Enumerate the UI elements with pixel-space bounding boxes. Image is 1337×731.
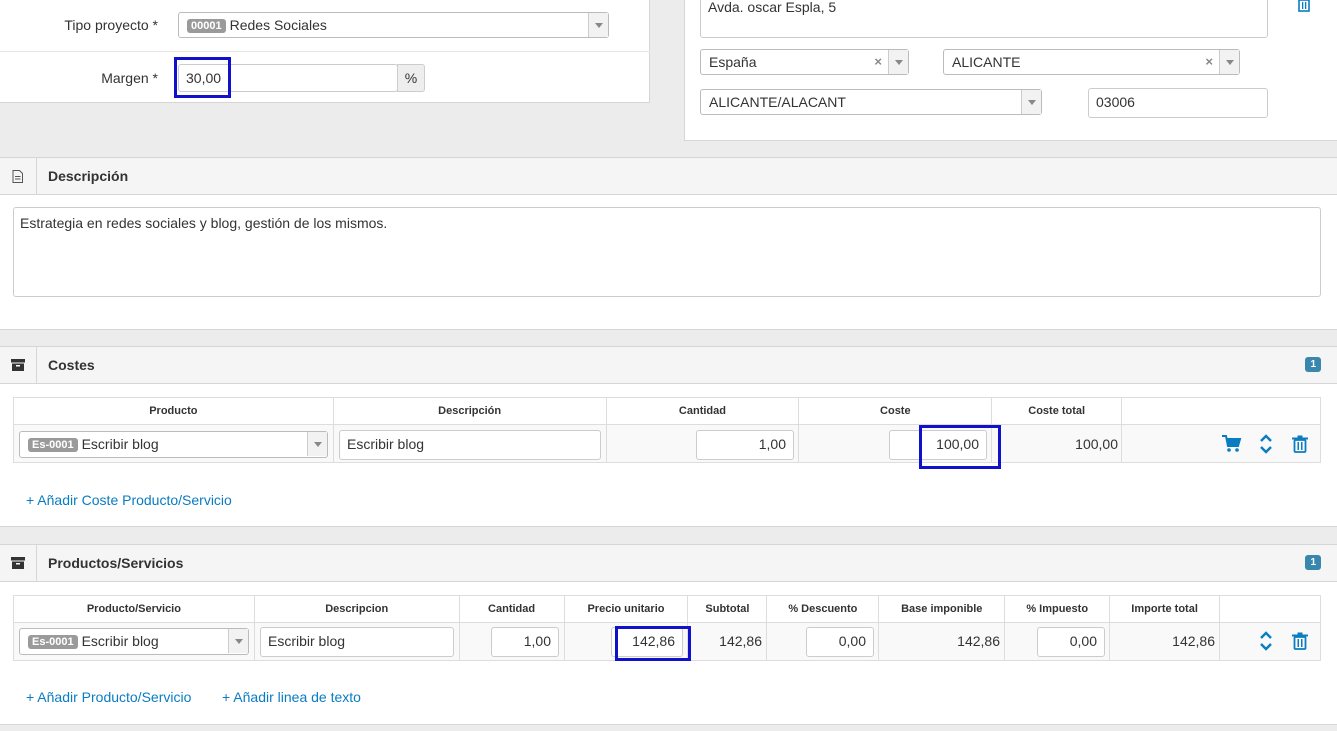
subtotal-value: 142,86: [719, 633, 762, 649]
col-header: Coste: [798, 397, 993, 425]
col-header: Descripción: [332, 397, 607, 425]
descripcion-body: Estrategia en redes sociales y blog, ges…: [0, 195, 1337, 330]
col-header: % Descuento: [766, 595, 880, 623]
col-header: Base imponible: [878, 595, 1006, 623]
descripcion-text: Estrategia en redes sociales y blog, ges…: [20, 215, 388, 231]
trash-icon[interactable]: [1292, 632, 1308, 653]
province-select[interactable]: ALICANTE ×: [943, 49, 1240, 75]
base-imponible-value: 142,86: [957, 633, 1000, 649]
coste-cantidad-input[interactable]: 1,00: [696, 430, 794, 460]
col-header: Subtotal: [687, 595, 768, 623]
col-header: Producto: [13, 397, 334, 425]
tipo-proyecto-label: Tipo proyecto *: [64, 17, 158, 33]
impuesto-input[interactable]: 0,00: [1037, 627, 1105, 657]
col-header: Producto/Servicio: [13, 595, 255, 623]
chevron-down-icon[interactable]: [1021, 90, 1041, 114]
chevron-down-icon[interactable]: [888, 50, 908, 74]
sort-icon[interactable]: [1259, 630, 1273, 655]
trash-icon[interactable]: [1292, 435, 1308, 456]
sort-icon[interactable]: [1259, 433, 1273, 458]
chevron-down-icon[interactable]: [307, 432, 327, 456]
chevron-down-icon[interactable]: [588, 13, 608, 37]
tipo-proyecto-select[interactable]: 00001 Redes Sociales: [178, 12, 609, 38]
precio-highlight: [615, 626, 691, 661]
descripcion-header: Descripción: [0, 157, 1337, 195]
coste-product-select[interactable]: Es-0001 Escribir blog: [19, 431, 328, 458]
descripcion-textarea[interactable]: Estrategia en redes sociales y blog, ges…: [13, 207, 1321, 297]
clear-icon[interactable]: ×: [874, 54, 882, 69]
province-value: ALICANTE: [952, 54, 1021, 70]
city-select[interactable]: ALICANTE/ALACANT: [700, 89, 1042, 115]
trash-icon[interactable]: [1297, 0, 1311, 15]
coste-highlight: [919, 425, 1001, 469]
city-value: ALICANTE/ALACANT: [709, 94, 846, 110]
col-header: % Impuesto: [1004, 595, 1111, 623]
country-value: España: [709, 54, 757, 70]
percent-unit: %: [404, 70, 418, 86]
street-textarea[interactable]: Avda. oscar Espla, 5: [700, 0, 1268, 38]
tipo-value: Redes Sociales: [229, 17, 327, 33]
producto-select[interactable]: Es-0001 Escribir blog: [19, 628, 249, 655]
col-header: [1121, 397, 1321, 425]
col-header: Cantidad: [458, 595, 565, 623]
productos-title: Productos/Servicios: [48, 555, 184, 571]
panel-divider: [0, 51, 650, 52]
descuento-input[interactable]: 0,00: [806, 627, 874, 657]
clear-icon[interactable]: ×: [1205, 54, 1213, 69]
add-producto-link[interactable]: + Añadir Producto/Servicio: [26, 689, 191, 705]
col-header: Precio unitario: [563, 595, 689, 623]
product-code-badge: Es-0001: [28, 438, 78, 452]
add-coste-link[interactable]: + Añadir Coste Producto/Servicio: [26, 492, 232, 508]
coste-total-value: 100,00: [1075, 436, 1118, 452]
producto-cantidad-input[interactable]: 1,00: [491, 627, 559, 657]
costes-count-badge: 1: [1305, 357, 1321, 372]
col-header: Importe total: [1109, 595, 1221, 623]
document-icon: [12, 170, 23, 183]
cart-icon[interactable]: [1222, 435, 1242, 456]
archive-icon-box: [0, 545, 37, 581]
product-value: Escribir blog: [81, 436, 159, 452]
margen-highlight: [174, 57, 231, 98]
postal-code-input[interactable]: 03006: [1088, 88, 1268, 118]
product-value: Escribir blog: [81, 633, 159, 649]
importe-total-value: 142,86: [1172, 633, 1215, 649]
col-header: Coste total: [991, 397, 1123, 425]
table-header-row: Producto Descripción Cantidad Coste Cost…: [13, 397, 1321, 425]
add-text-line-link[interactable]: + Añadir linea de texto: [222, 689, 361, 705]
table-header-row: Producto/Servicio Descripcion Cantidad P…: [13, 595, 1321, 623]
col-header: Descripcion: [253, 595, 460, 623]
country-select[interactable]: España ×: [700, 49, 909, 75]
archive-icon-box: [0, 347, 37, 383]
tipo-code-badge: 00001: [187, 19, 226, 33]
street-value: Avda. oscar Espla, 5: [708, 0, 837, 15]
margen-unit-addon: %: [397, 64, 425, 92]
col-header: Cantidad: [605, 397, 800, 425]
archive-icon: [11, 359, 25, 371]
costes-title: Costes: [48, 357, 95, 373]
margen-label: Margen *: [101, 70, 158, 86]
chevron-down-icon[interactable]: [228, 629, 248, 653]
productos-count-badge: 1: [1305, 555, 1321, 570]
coste-descripcion-input[interactable]: Escribir blog: [339, 430, 601, 460]
productos-header: Productos/Servicios 1: [0, 544, 1337, 582]
document-icon-box: [0, 158, 37, 194]
col-header: [1219, 595, 1321, 623]
product-code-badge: Es-0001: [28, 635, 78, 649]
descripcion-title: Descripción: [48, 168, 129, 184]
producto-descripcion-input[interactable]: Escribir blog: [260, 627, 454, 657]
costes-header: Costes 1: [0, 346, 1337, 384]
chevron-down-icon[interactable]: [1219, 50, 1239, 74]
archive-icon: [11, 557, 25, 569]
